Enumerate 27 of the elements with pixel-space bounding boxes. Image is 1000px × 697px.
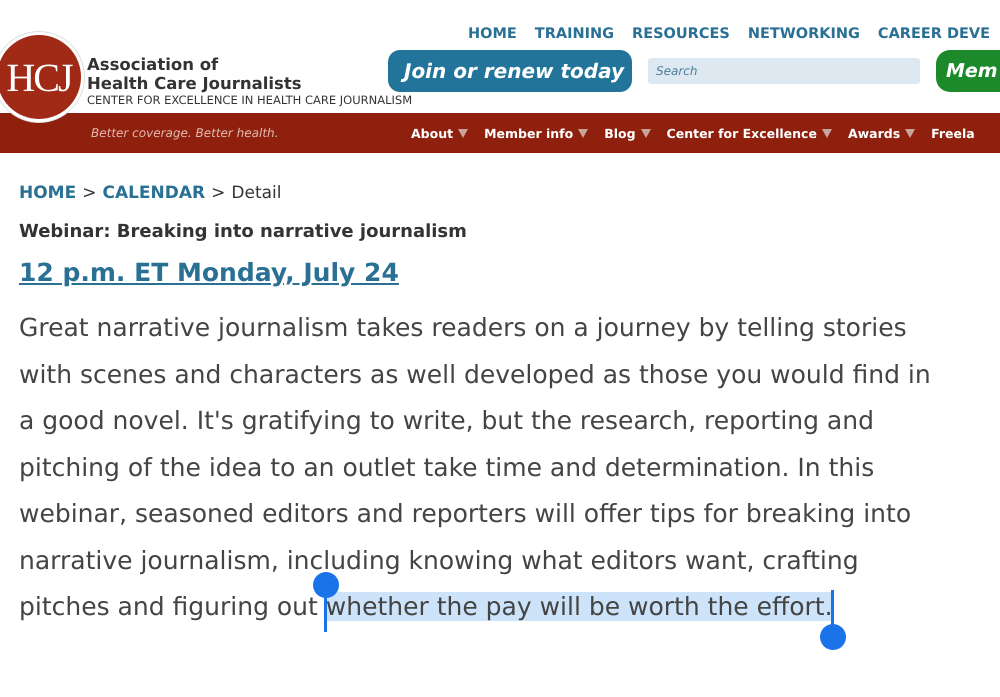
tagline: Better coverage. Better health.: [91, 126, 280, 140]
breadcrumb-separator: >: [211, 183, 226, 203]
top-nav-link[interactable]: RESOURCES: [632, 26, 730, 42]
breadcrumb-link[interactable]: CALENDAR: [102, 183, 206, 203]
organization-subtitle: CENTER FOR EXCELLENCE IN HEALTH CARE JOURNALISM: [87, 95, 412, 106]
main-nav-link[interactable]: About: [411, 126, 468, 140]
main-nav-link[interactable]: Awards: [848, 126, 916, 140]
main-nav-link[interactable]: Member info: [484, 126, 588, 140]
main-nav-link[interactable]: Blog: [604, 126, 651, 140]
event-time-link[interactable]: 12 p.m. ET Monday, July 24: [19, 258, 399, 287]
logo-letters: HCJ: [6, 54, 72, 100]
top-nav-link[interactable]: HOME: [468, 26, 517, 42]
search-field[interactable]: Search: [648, 58, 920, 84]
member-button[interactable]: Mem: [936, 50, 1000, 92]
main-nav-link[interactable]: Center for Excellence: [666, 126, 832, 140]
organization-name: Health Care Journalists: [87, 74, 303, 93]
event-title: Webinar: Breaking into narrative journalism: [19, 221, 468, 242]
event-description: Great narrative journalism takes readers on a journey by telling stories with scenes and characters as well developed as those you would find in a good novel. It's gratifying to write, but the research, reporting and pitching of the idea to an outlet take time and determination. In this webinar, seasoned editors and reporters will offer tips for breaking into narrative journalism, including knowing what editors want, crafting pitches and figuring out whether the pay will be worth the effort.: [19, 305, 952, 630]
breadcrumb-current: Detail: [231, 183, 282, 203]
breadcrumb-link[interactable]: HOME: [19, 183, 76, 203]
top-nav-link[interactable]: CAREER DEVE: [878, 26, 990, 42]
logo-circle[interactable]: HCJ: [0, 32, 84, 122]
breadcrumb-separator: >: [82, 183, 96, 203]
top-nav-link[interactable]: TRAINING: [534, 26, 614, 42]
main-nav-link[interactable]: Freela: [931, 126, 975, 140]
join-button[interactable]: Join or renew today: [388, 50, 632, 92]
top-nav-link[interactable]: NETWORKING: [748, 26, 860, 42]
